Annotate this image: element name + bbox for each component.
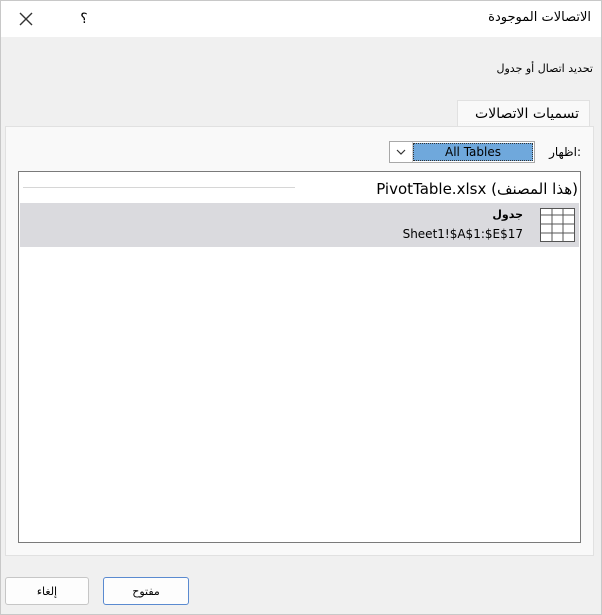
table-icon: [540, 208, 575, 242]
connections-list[interactable]: PivotTable.xlsx (هذا المصنف) جدول Sheet1…: [18, 171, 581, 543]
tab-panel: اظهار: All Tables PivotTable.xlsx (هذا ا…: [5, 126, 594, 556]
group-divider: [23, 187, 295, 188]
show-label: اظهار:: [549, 145, 581, 159]
dialog-title: الاتصالات الموجودة: [488, 10, 591, 25]
connection-range: Sheet1!$A$1:$E$17: [402, 227, 523, 241]
cancel-button[interactable]: إلغاء: [5, 577, 89, 605]
close-icon: [19, 12, 33, 26]
existing-connections-dialog: ؟ الاتصالات الموجودة تحديد اتصال أو جدول…: [0, 0, 602, 615]
show-dropdown[interactable]: All Tables: [389, 141, 535, 163]
connection-name: جدول: [492, 208, 523, 221]
group-header: PivotTable.xlsx (هذا المصنف): [376, 180, 578, 198]
instruction-text: تحديد اتصال أو جدول: [496, 62, 593, 75]
show-dropdown-value: All Tables: [413, 143, 533, 161]
chevron-down-icon[interactable]: [390, 142, 413, 162]
open-button[interactable]: مفتوح: [103, 577, 189, 605]
tab-connection-names[interactable]: تسميات الاتصالات: [457, 100, 590, 126]
list-item[interactable]: جدول Sheet1!$A$1:$E$17: [20, 203, 579, 247]
help-button[interactable]: ؟: [75, 8, 93, 30]
close-button[interactable]: [13, 7, 39, 31]
title-bar: ؟ الاتصالات الموجودة: [1, 1, 601, 37]
